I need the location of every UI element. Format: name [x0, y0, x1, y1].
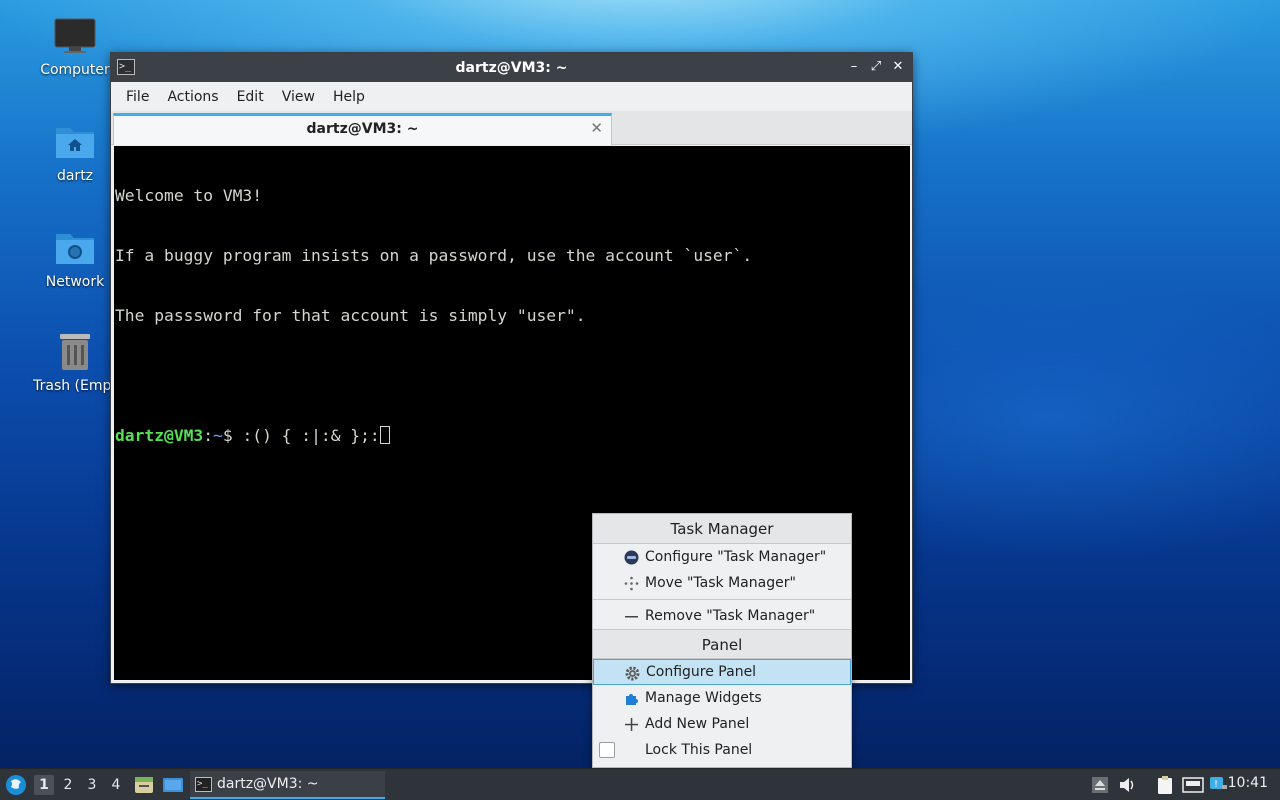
configure-panel-label: Configure Panel: [646, 664, 757, 680]
maximize-button[interactable]: ⤢: [868, 58, 884, 76]
window-title: dartz@VM3: ~: [455, 59, 568, 76]
lxqt-logo-icon: [6, 775, 26, 795]
clipboard-icon[interactable]: [1155, 775, 1175, 795]
menu-section-panel: Panel: [593, 629, 851, 659]
close-button[interactable]: ✕: [890, 58, 906, 76]
configure-panel-item[interactable]: Configure Panel: [593, 659, 851, 685]
desktop-icon-label: Computer: [40, 62, 110, 78]
workspace-1[interactable]: 1: [34, 775, 54, 795]
volume-icon[interactable]: [1117, 775, 1137, 795]
add-new-panel-label: Add New Panel: [645, 716, 750, 732]
network-folder-icon: [56, 234, 94, 264]
tray-eject-icon[interactable]: [1090, 775, 1110, 795]
taskbar: 1 2 3 4 >_ dartz@VM3: ~ ! 10:41: [0, 768, 1280, 800]
configure-task-manager-item[interactable]: Configure "Task Manager": [593, 544, 851, 570]
move-task-manager-label: Move "Task Manager": [645, 575, 796, 591]
tab-bar: dartz@VM3: ~ ✕: [111, 111, 912, 145]
puzzle-icon: [623, 690, 639, 706]
lock-panel-checkbox[interactable]: [599, 742, 615, 758]
prompt-separator: :: [203, 426, 214, 445]
file-manager-icon: [135, 777, 153, 793]
gear-icon: [624, 665, 640, 681]
network-icon[interactable]: [1182, 775, 1204, 795]
menu-view[interactable]: View: [273, 89, 324, 105]
trash-icon: [60, 334, 90, 370]
remove-task-manager-item[interactable]: Remove "Task Manager": [593, 603, 851, 629]
computer-icon: [54, 18, 96, 53]
terminal-line: The passsword for that account is simply…: [115, 306, 586, 325]
task-manager-icon: [623, 549, 639, 565]
text-cursor: [379, 426, 390, 444]
terminal-icon: >_: [195, 777, 212, 792]
menu-edit[interactable]: Edit: [228, 89, 273, 105]
panel-context-menu: Task Manager Configure "Task Manager" Mo…: [592, 513, 852, 768]
manage-widgets-item[interactable]: Manage Widgets: [593, 685, 851, 711]
task-label: dartz@VM3: ~: [217, 776, 319, 792]
svg-text:!: !: [1214, 779, 1218, 790]
menu-section-task-manager: Task Manager: [593, 514, 851, 544]
terminal-prompt-line: dartz@VM3:~$ :() { :|:& };:: [115, 426, 910, 446]
workspace-3[interactable]: 3: [82, 775, 102, 795]
taskbar-task-terminal[interactable]: >_ dartz@VM3: ~: [190, 771, 385, 799]
desktop-icon-label: Network: [45, 274, 105, 290]
prompt-symbol: $: [222, 426, 243, 445]
menu-help[interactable]: Help: [324, 89, 374, 105]
move-icon: [623, 575, 639, 591]
manage-widgets-label: Manage Widgets: [645, 690, 762, 706]
lock-panel-label: Lock This Panel: [645, 742, 753, 758]
tab-close-icon[interactable]: ✕: [590, 119, 603, 137]
desktop-icon-label: Trash (Empt: [33, 378, 117, 394]
configure-task-manager-label: Configure "Task Manager": [645, 549, 827, 565]
desktop-icon: [163, 778, 183, 792]
workspace-2[interactable]: 2: [58, 775, 78, 795]
file-manager-launcher[interactable]: [134, 775, 154, 799]
menu-actions[interactable]: Actions: [158, 89, 227, 105]
remove-icon: [623, 608, 639, 624]
minimize-button[interactable]: –: [846, 58, 862, 76]
menu-separator: [593, 599, 851, 600]
clock[interactable]: 10:41: [1228, 775, 1268, 791]
workspace-4[interactable]: 4: [106, 775, 126, 795]
desktop-icon-label: dartz: [56, 168, 94, 184]
start-menu-button[interactable]: [4, 773, 28, 797]
home-folder-icon: [56, 128, 94, 158]
remove-task-manager-label: Remove "Task Manager": [645, 608, 816, 624]
command-text: :() { :|:& };:: [242, 426, 380, 445]
terminal-line: If a buggy program insists on a password…: [115, 246, 753, 265]
move-task-manager-item[interactable]: Move "Task Manager": [593, 570, 851, 596]
prompt-path: ~: [213, 426, 223, 445]
show-desktop-button[interactable]: [162, 775, 184, 799]
add-new-panel-item[interactable]: Add New Panel: [593, 711, 851, 737]
notification-icon[interactable]: !: [1208, 775, 1228, 795]
tab-label: dartz@VM3: ~: [306, 121, 419, 137]
menu-bar: File Actions Edit View Help: [111, 82, 912, 111]
terminal-line: Welcome to VM3!: [115, 186, 263, 205]
window-titlebar[interactable]: >_ dartz@VM3: ~ – ⤢ ✕: [111, 53, 912, 82]
lock-panel-item[interactable]: Lock This Panel: [593, 737, 851, 763]
menu-file[interactable]: File: [117, 89, 158, 105]
prompt-user: dartz@VM3: [115, 426, 204, 445]
plus-icon: [623, 716, 639, 732]
terminal-tab[interactable]: dartz@VM3: ~ ✕: [113, 113, 612, 145]
